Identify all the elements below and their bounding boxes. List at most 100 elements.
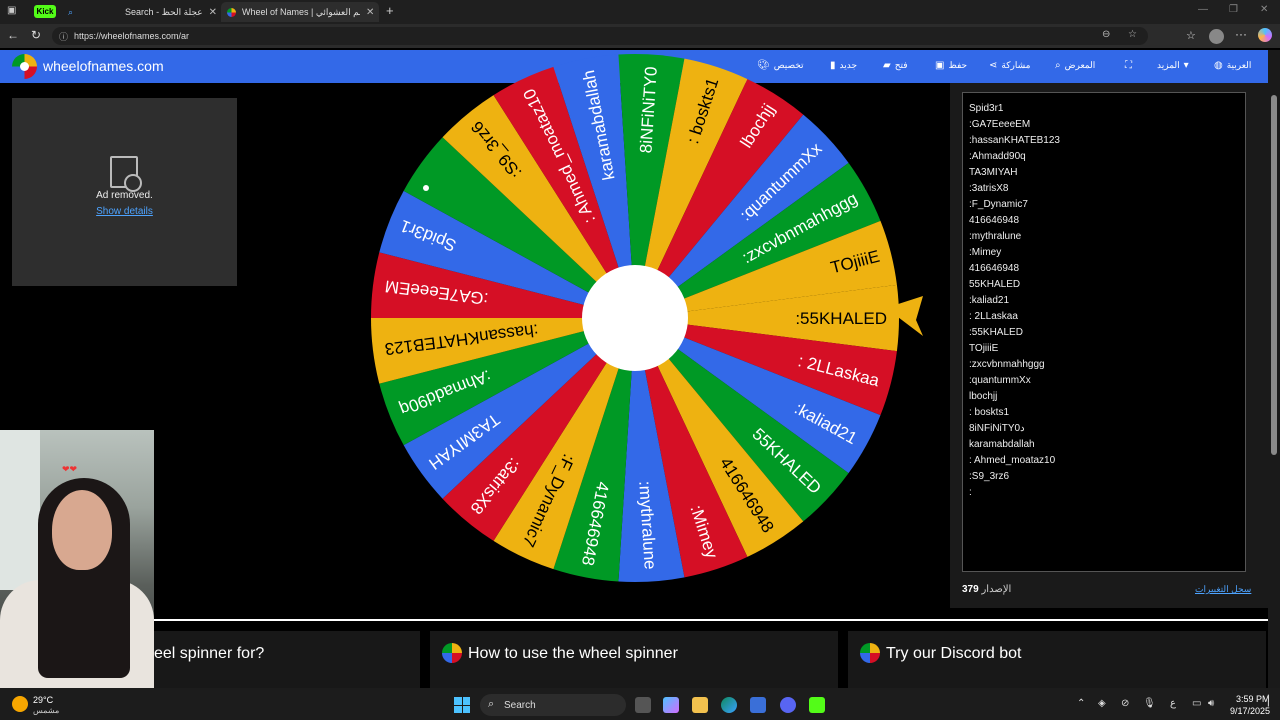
wheel-center[interactable] (582, 265, 688, 371)
site-logo-icon[interactable] (12, 54, 37, 79)
entry-line[interactable]: Spid3r1 (969, 101, 1239, 117)
url-field[interactable]: ⓘ https://wheelofnames.com/ar ☆ ⊖ (52, 27, 1148, 45)
taskbar-search-label: Search (504, 699, 536, 711)
clock-time[interactable]: 3:59 PM (1236, 694, 1270, 704)
monitor-icon[interactable]: ▭ (1192, 698, 1201, 709)
taskbar-search[interactable]: ⌕ Search (480, 694, 626, 716)
weather-sun-icon (12, 696, 28, 712)
version-label: الإصدار (981, 584, 1012, 595)
entry-line[interactable]: : (969, 485, 1239, 501)
search-icon: ⌕ (68, 6, 74, 17)
card-discord-bot[interactable]: Try our Discord bot (848, 631, 1266, 688)
entry-line[interactable]: :kaliad21 (969, 293, 1239, 309)
page-scrollbar[interactable] (1268, 50, 1280, 688)
file-explorer-icon[interactable] (692, 697, 708, 713)
wheel-dot (423, 185, 429, 191)
entry-line[interactable]: :GA7EeeeEM (969, 117, 1239, 133)
task-view-icon[interactable] (635, 697, 651, 713)
show-details-link[interactable]: Show details (0, 206, 249, 217)
window-background (0, 430, 40, 590)
entry-line[interactable]: :3atrisX8 (969, 181, 1239, 197)
entry-line[interactable]: :zxcvbnmahhggg (969, 357, 1239, 373)
scrollbar-thumb[interactable] (1271, 95, 1277, 455)
entry-line[interactable]: lbochjj (969, 389, 1239, 405)
language-indicator[interactable]: ع (1170, 698, 1176, 709)
refresh-icon[interactable]: ↻ (31, 28, 41, 42)
copilot-icon[interactable] (1258, 28, 1272, 42)
nav-label: العربية (1226, 60, 1252, 70)
entry-line[interactable]: 416646948 (969, 261, 1239, 277)
changelog-link[interactable]: سجل التغييرات (1195, 584, 1251, 595)
microphone-icon[interactable]: 🎙︎ (1143, 698, 1156, 709)
entry-line[interactable]: TA3MIYAH (969, 165, 1239, 181)
version-number: 379 (962, 584, 979, 595)
favorite-star-icon[interactable]: ☆ (1128, 29, 1137, 40)
entries-textbox[interactable]: Spid3r1:GA7EeeeEM:hassanKHATEB123:Ahmadd… (962, 92, 1246, 572)
avatar[interactable] (1209, 29, 1224, 44)
close-icon[interactable]: ✕ (366, 7, 374, 18)
minimize-icon[interactable]: — (1198, 4, 1208, 15)
fullscreen-icon: ⛶ (1125, 60, 1132, 71)
nav-language[interactable]: ◍ العربية (1214, 60, 1251, 71)
new-tab-icon[interactable]: + (386, 3, 394, 18)
nav-more[interactable]: المزيد ▾ (1157, 60, 1189, 71)
site-name[interactable]: wheelofnames.com (43, 58, 164, 74)
wheel-spinner[interactable]: :55KHALED: 2LLaskaa:kaliad2155KHALED4166… (368, 50, 948, 590)
entry-line[interactable]: : 2LLaskaa (969, 309, 1239, 325)
more-icon[interactable]: ··· (1235, 27, 1247, 41)
entry-line[interactable]: karamabdallah (969, 437, 1239, 453)
ad-blocked-icon (110, 156, 142, 192)
tray-app-icon[interactable]: ◈ (1098, 698, 1106, 709)
tab-label: Search - عجلة الحظ (125, 6, 203, 17)
entry-line[interactable]: 8iNFiNiTY0د (969, 421, 1239, 437)
tab-wheel-of-names[interactable]: Wheel of Names | الاسم العشوائي ✕ (221, 2, 379, 22)
entry-line[interactable]: :Ahmadd90q (969, 149, 1239, 165)
share-icon: ⋖ (989, 60, 998, 71)
entry-line[interactable]: :Mimey (969, 245, 1239, 261)
edge-browser-icon[interactable] (721, 697, 737, 713)
entry-line[interactable]: :55KHALED (969, 325, 1239, 341)
address-toolbar: ← ↻ ⓘ https://wheelofnames.com/ar ☆ ⊖ ☆ … (0, 24, 1280, 48)
site-info-icon[interactable]: ⓘ (59, 30, 68, 43)
nav-share[interactable]: ⋖ مشاركة (989, 60, 1030, 71)
url-text: https://wheelofnames.com/ar (74, 31, 190, 41)
tray-overflow-icon[interactable]: ⌃ (1077, 698, 1085, 709)
volume-icon[interactable]: 🔊︎ (1208, 698, 1214, 709)
nav-fullscreen[interactable]: ⛶ (1125, 60, 1132, 71)
notifications-icon[interactable]: ▏ (1268, 696, 1276, 707)
entry-line[interactable]: :mythralune (969, 229, 1239, 245)
webcam-overlay: ❤❤ (0, 430, 154, 688)
maximize-icon[interactable]: ❐ (1229, 4, 1238, 15)
card-use-case[interactable]: eel spinner for? (154, 631, 420, 688)
entry-line[interactable]: : Ahmed_moataz10 (969, 453, 1239, 469)
store-icon[interactable] (750, 697, 766, 713)
close-icon[interactable]: ✕ (209, 7, 217, 18)
entry-line[interactable]: :S9_3rz6 (969, 469, 1239, 485)
card-how-to-use[interactable]: How to use the wheel spinner (430, 631, 838, 688)
tab-label: Wheel of Names | الاسم العشوائي (242, 6, 360, 17)
entry-line[interactable]: TOjiiiE (969, 341, 1239, 357)
weather-temp[interactable]: 29°C (33, 695, 53, 705)
entry-line[interactable]: 55KHALED (969, 277, 1239, 293)
tab-search[interactable]: ⌕ Search - عجلة الحظ ✕ (62, 2, 218, 22)
wheel-logo-icon (442, 643, 462, 663)
entry-line[interactable]: :hassanKHATEB123 (969, 133, 1239, 149)
entry-line[interactable]: : boskts1 (969, 405, 1239, 421)
entry-line[interactable]: 416646948 (969, 213, 1239, 229)
kick-app-icon[interactable] (809, 697, 825, 713)
entry-line[interactable]: :F_Dynamic7 (969, 197, 1239, 213)
tab-actions-icon[interactable]: ▣ (7, 5, 16, 16)
back-icon[interactable]: ← (7, 28, 19, 42)
entry-line[interactable]: :quantummXx (969, 373, 1239, 389)
nav-gallery[interactable]: ⌕ المعرض (1055, 60, 1095, 71)
copilot-app-icon[interactable] (663, 697, 679, 713)
discord-icon[interactable] (780, 697, 796, 713)
favorites-icon[interactable]: ☆ (1186, 29, 1196, 42)
window-close-icon[interactable]: ✕ (1260, 4, 1268, 15)
network-icon[interactable]: ⊘ (1121, 698, 1129, 709)
reader-icon[interactable]: ⊖ (1102, 29, 1110, 40)
nav-label: المزيد (1157, 60, 1180, 70)
clock-date[interactable]: 9/17/2025 (1230, 706, 1270, 716)
card-title: Try our Discord bot (886, 645, 1022, 662)
windows-start-icon[interactable] (454, 697, 470, 713)
